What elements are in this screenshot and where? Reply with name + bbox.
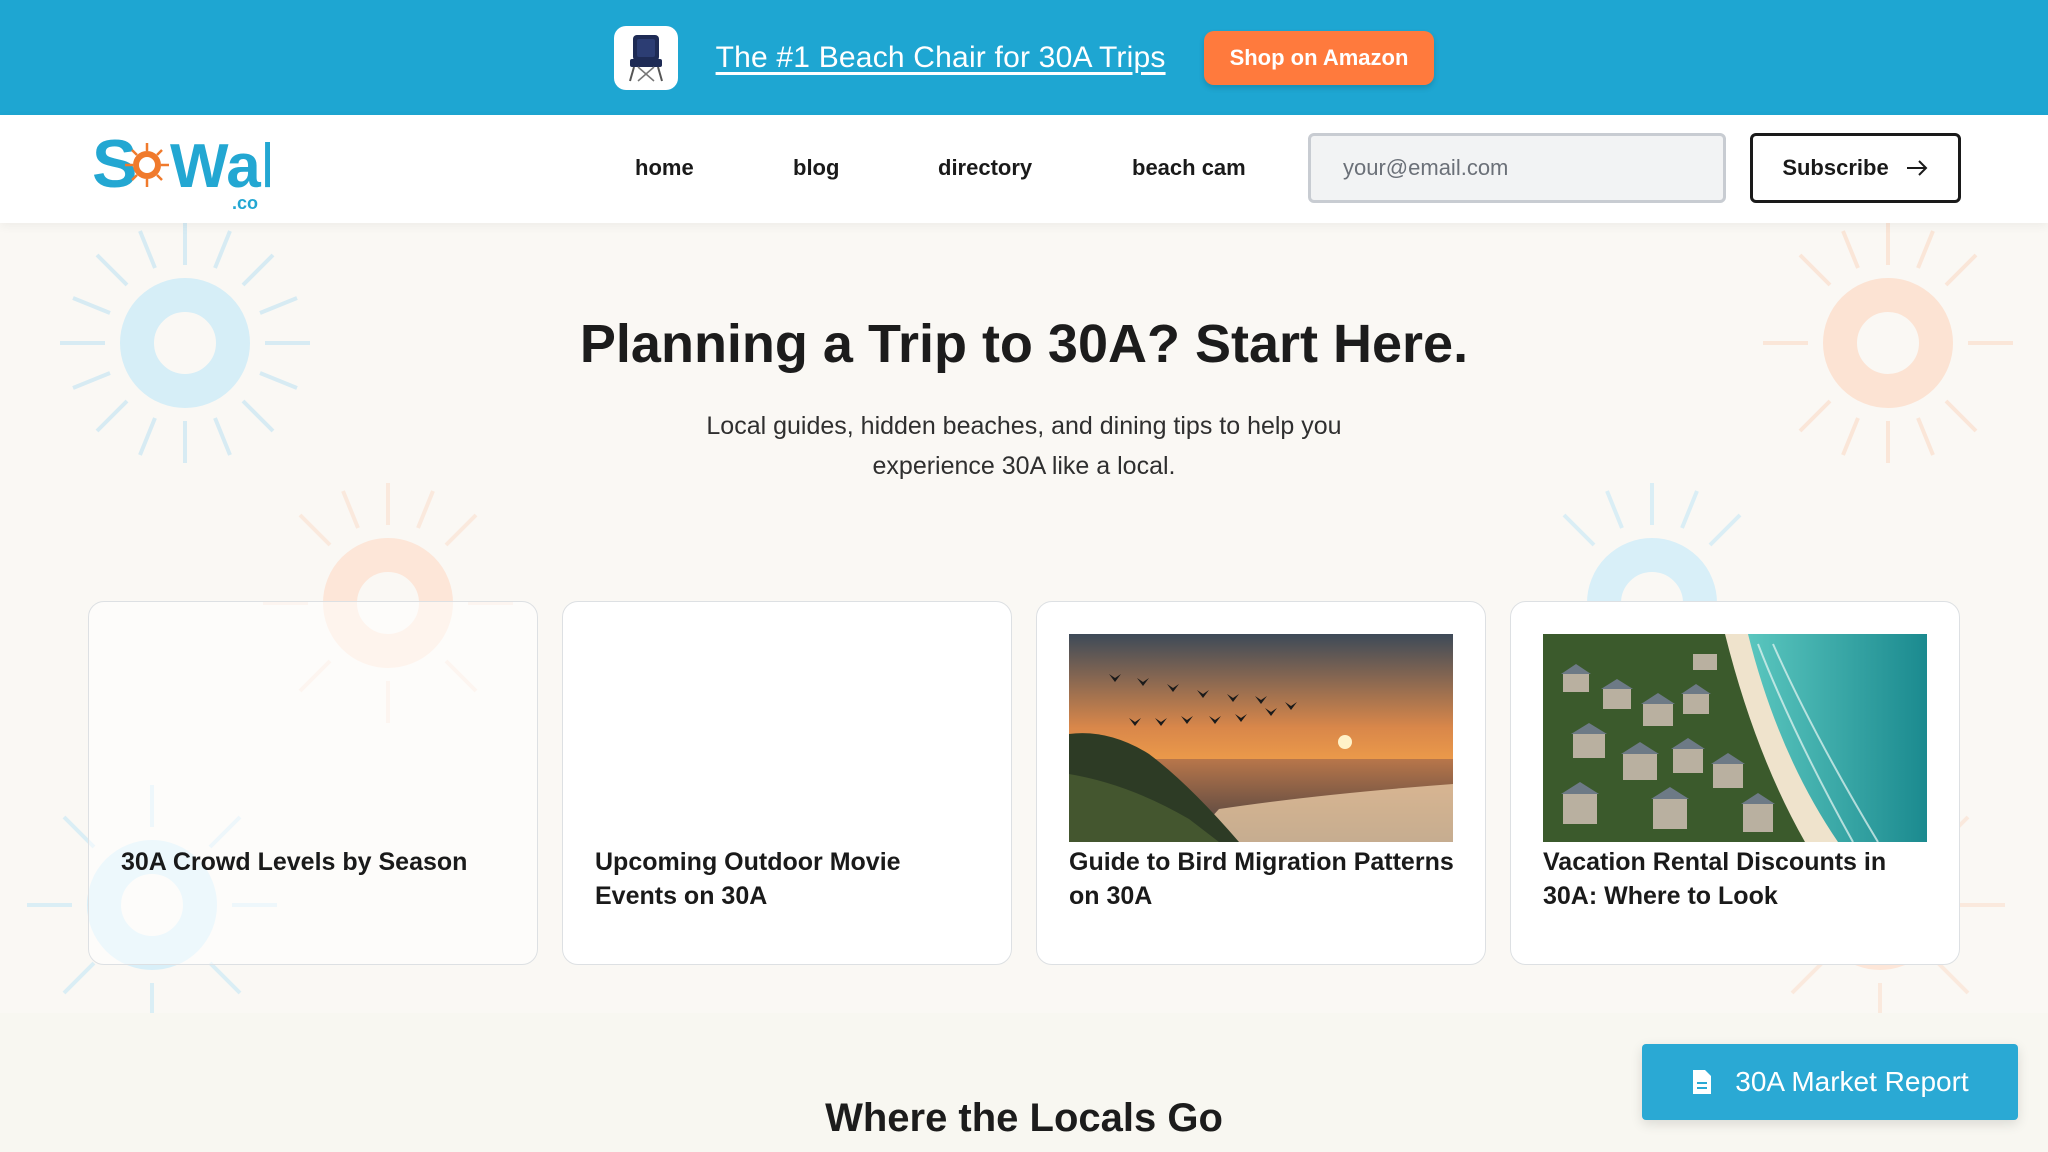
hero-subtitle-line: experience 30A like a local. — [872, 452, 1176, 480]
market-report-label: 30A Market Report — [1735, 1066, 1969, 1097]
logo[interactable]: S Wal .co — [90, 125, 270, 215]
subscribe-label: Subscribe — [1782, 155, 1889, 180]
card-image-aerial-beach-homes — [1543, 634, 1927, 842]
hero-title: Planning a Trip to 30A? Start Here. — [579, 314, 1469, 374]
nav-beach-cam[interactable]: beach cam — [1132, 155, 1246, 181]
hero-subtitle: Local guides, hidden beaches, and dining… — [674, 406, 1374, 486]
logo-letters-wal: Wal — [170, 132, 270, 201]
card-title: 30A Crowd Levels by Season — [121, 848, 468, 876]
subscribe-button[interactable]: Subscribe — [1750, 133, 1961, 203]
market-report-button[interactable]: 30A Market Report — [1642, 1044, 2018, 1120]
site-header: S Wal .co home blog directory beach cam … — [0, 115, 2048, 223]
beach-chair-icon — [628, 34, 663, 82]
nav-home[interactable]: home — [635, 155, 694, 181]
nav-directory[interactable]: directory — [938, 155, 1032, 181]
email-input[interactable] — [1308, 133, 1726, 203]
logo-suffix: .co — [232, 193, 258, 213]
hero-section: Planning a Trip to 30A? Start Here. Loca… — [0, 223, 2048, 1013]
shop-on-amazon-button[interactable]: Shop on Amazon — [1203, 30, 1435, 85]
article-card[interactable]: Upcoming Outdoor Movie Events on 30A — [562, 601, 1012, 965]
nav-blog[interactable]: blog — [793, 155, 839, 181]
card-title: Guide to Bird Migration Patterns on 30A — [1069, 848, 1454, 910]
article-card[interactable]: Guide to Bird Migration Patterns on 30A — [1036, 601, 1486, 965]
hero-subtitle-line: Local guides, hidden beaches, and dining… — [706, 412, 1342, 440]
document-icon — [1693, 1070, 1712, 1094]
promo-link[interactable]: The #1 Beach Chair for 30A Trips — [716, 41, 1166, 75]
card-image-sunset-birds — [1069, 634, 1453, 842]
promo-thumbnail[interactable] — [613, 25, 678, 90]
article-card[interactable]: 30A Crowd Levels by Season — [88, 601, 538, 965]
card-title: Upcoming Outdoor Movie Events on 30A — [595, 848, 901, 910]
promo-banner: The #1 Beach Chair for 30A Trips Shop on… — [0, 0, 2048, 115]
article-card[interactable]: Vacation Rental Discounts in 30A: Where … — [1510, 601, 1960, 965]
arrow-right-icon — [1906, 160, 1928, 176]
card-title: Vacation Rental Discounts in 30A: Where … — [1543, 848, 1887, 910]
